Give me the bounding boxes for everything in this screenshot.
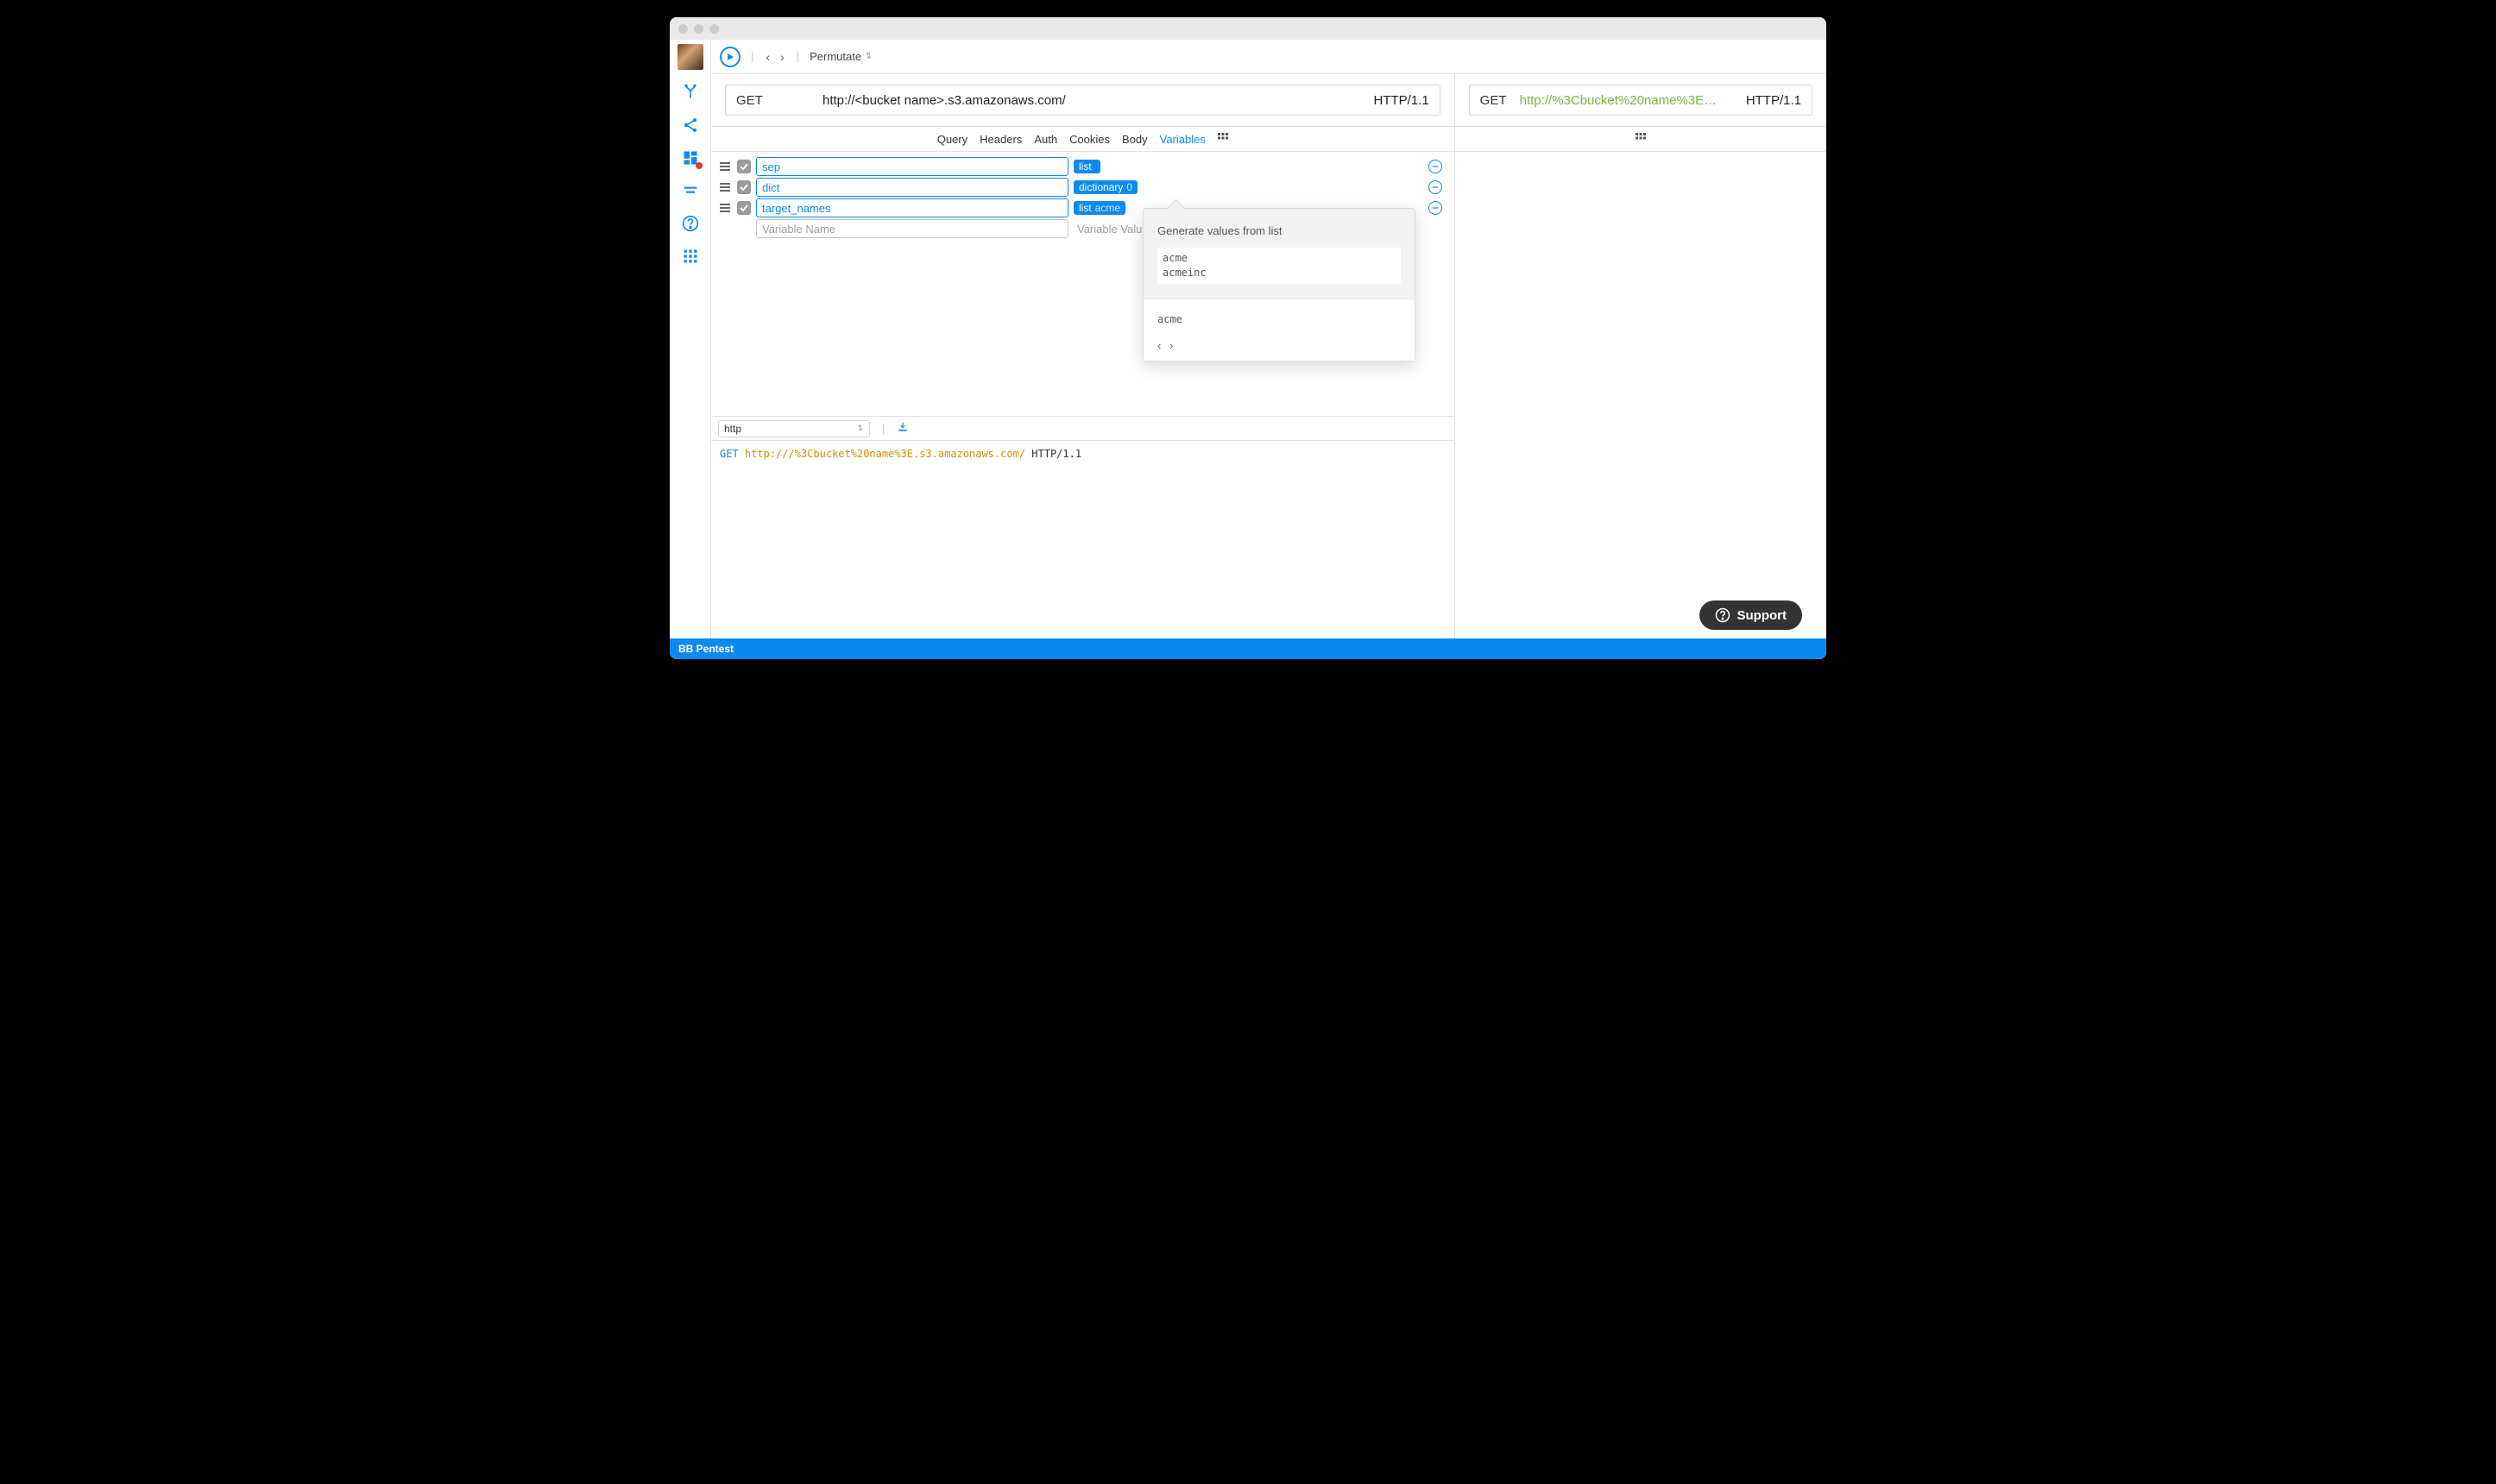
popover-nav: ‹ › <box>1157 339 1401 352</box>
mode-dropdown[interactable]: Permutate <box>810 50 872 63</box>
variable-value[interactable]: dictionary0 <box>1074 180 1423 194</box>
variable-row: dictionary0 <box>718 178 1442 197</box>
response-bar: GET http://%3Cbucket%20name%3E… HTTP/1.1 <box>1469 85 1812 116</box>
project-name: BB Pentest <box>678 643 734 655</box>
dashboard-icon[interactable] <box>680 148 701 168</box>
remove-row-button[interactable] <box>1428 201 1442 215</box>
variables-area: list dictionary0 <box>711 152 1454 416</box>
request-protocol: HTTP/1.1 <box>1373 93 1428 108</box>
minimize-dot[interactable] <box>694 24 703 34</box>
value-type-pill: dictionary0 <box>1074 180 1138 194</box>
popover-values-input[interactable]: acme acmeinc <box>1157 248 1401 284</box>
apps-grid-icon[interactable] <box>680 246 701 267</box>
popover-prev-button[interactable]: ‹ <box>1157 339 1161 352</box>
tab-cookies[interactable]: Cookies <box>1069 133 1110 146</box>
variable-name-input-new[interactable] <box>756 219 1068 238</box>
status-bar: BB Pentest <box>670 638 1826 659</box>
value-type-pill: listacme <box>1074 201 1125 215</box>
close-dot[interactable] <box>678 24 688 34</box>
value-type-pill: list <box>1074 160 1100 173</box>
history-back-button[interactable]: ‹ <box>764 50 772 64</box>
raw-toolbar: http | <box>711 416 1454 440</box>
app-body: | ‹ › | Permutate GET http://<bucket nam… <box>670 40 1826 638</box>
history-forward-button[interactable]: › <box>778 50 786 64</box>
tab-headers[interactable]: Headers <box>980 133 1022 146</box>
help-icon[interactable] <box>680 213 701 234</box>
filter-icon[interactable] <box>680 180 701 201</box>
request-tabs: Query Headers Auth Cookies Body Variable… <box>711 126 1454 152</box>
enable-checkbox[interactable] <box>737 201 751 215</box>
response-url: http://%3Cbucket%20name%3E… <box>1520 93 1741 108</box>
variable-row: list <box>718 157 1442 176</box>
enable-checkbox[interactable] <box>737 160 751 173</box>
tab-variables[interactable]: Variables <box>1160 133 1206 146</box>
toolbar-separator: | <box>751 50 753 63</box>
format-select[interactable]: http <box>718 420 870 437</box>
variable-name-input[interactable] <box>756 178 1068 197</box>
split-panes: GET http://<bucket name>.s3.amazonaws.co… <box>711 74 1826 638</box>
variable-value[interactable]: list <box>1074 160 1423 173</box>
response-grid-icon[interactable] <box>1636 133 1646 146</box>
remove-row-button[interactable] <box>1428 160 1442 173</box>
raw-url: http:///%3Cbucket%20name%3E.s3.amazonaws… <box>745 448 1025 460</box>
share-icon[interactable] <box>680 115 701 135</box>
drag-handle-icon[interactable] <box>718 160 732 173</box>
list-generator-popover: Generate values from list acme acmeinc a… <box>1143 208 1415 362</box>
left-sidebar <box>670 40 711 638</box>
raw-protocol: HTTP/1.1 <box>1031 448 1081 460</box>
tab-grid-icon[interactable] <box>1218 133 1228 146</box>
top-toolbar: | ‹ › | Permutate <box>711 40 1826 74</box>
request-bar[interactable]: GET http://<bucket name>.s3.amazonaws.co… <box>725 85 1440 116</box>
drag-handle-icon[interactable] <box>718 202 732 215</box>
response-protocol: HTTP/1.1 <box>1746 93 1801 108</box>
popover-next-button[interactable]: › <box>1169 339 1173 352</box>
tab-body[interactable]: Body <box>1122 133 1148 146</box>
request-bar-wrap: GET http://<bucket name>.s3.amazonaws.co… <box>711 74 1454 126</box>
window-controls <box>678 24 719 34</box>
variable-name-input[interactable] <box>756 157 1068 176</box>
value-placeholder: Variable Value <box>1074 223 1149 236</box>
raw-method: GET <box>720 448 739 460</box>
avatar[interactable] <box>678 44 703 70</box>
run-button[interactable] <box>720 47 741 67</box>
response-tabs <box>1455 126 1826 152</box>
variable-name-input[interactable] <box>756 198 1068 217</box>
window-titlebar <box>670 17 1826 40</box>
drag-handle-icon[interactable] <box>718 181 732 194</box>
request-method[interactable]: GET <box>736 93 771 108</box>
popover-sample-value: acme <box>1157 313 1401 325</box>
tab-query[interactable]: Query <box>937 133 968 146</box>
response-pane: GET http://%3Cbucket%20name%3E… HTTP/1.1 <box>1455 74 1826 638</box>
response-body <box>1455 152 1826 638</box>
support-label: Support <box>1737 608 1787 623</box>
zoom-dot[interactable] <box>709 24 719 34</box>
raw-request-area[interactable]: GET http:///%3Cbucket%20name%3E.s3.amazo… <box>711 440 1454 638</box>
download-icon[interactable] <box>897 421 909 436</box>
tab-auth[interactable]: Auth <box>1034 133 1057 146</box>
request-pane: GET http://<bucket name>.s3.amazonaws.co… <box>711 74 1455 638</box>
main-area: | ‹ › | Permutate GET http://<bucket nam… <box>711 40 1826 638</box>
remove-row-button[interactable] <box>1428 180 1442 194</box>
response-method: GET <box>1480 93 1515 108</box>
toolbar-separator: | <box>797 50 799 63</box>
app-window: | ‹ › | Permutate GET http://<bucket nam… <box>670 17 1826 659</box>
enable-checkbox[interactable] <box>737 180 751 194</box>
fork-icon[interactable] <box>680 82 701 103</box>
support-button[interactable]: Support <box>1699 601 1803 630</box>
popover-title: Generate values from list <box>1157 224 1401 237</box>
request-url[interactable]: http://<bucket name>.s3.amazonaws.com/ <box>823 93 1321 108</box>
